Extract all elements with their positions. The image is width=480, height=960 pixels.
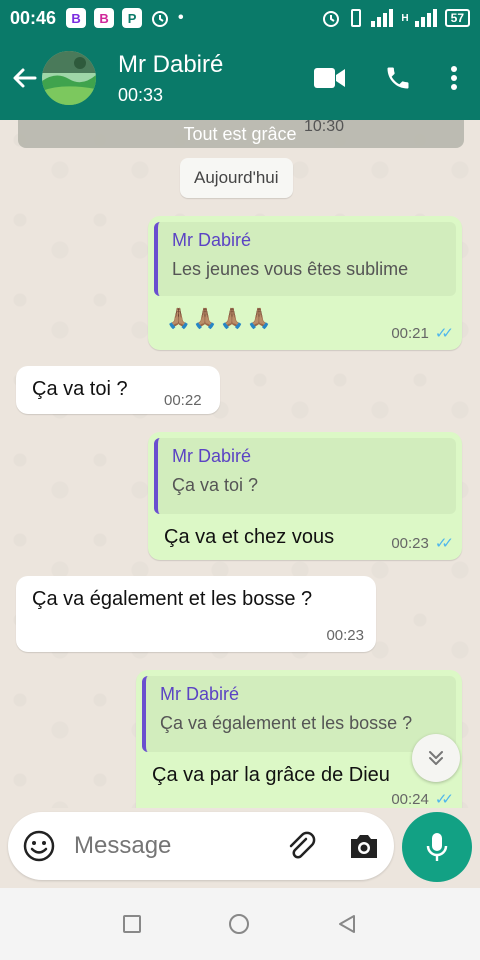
composer [0,808,480,888]
alarm-icon-2 [323,11,340,27]
date-separator: Aujourd'hui [180,158,293,198]
quoted-message[interactable]: Mr Dabiré Ça va également et les bosse ? [142,676,456,752]
system-icons: H 57 [321,8,470,28]
app-b-icon: B [66,8,87,28]
message-bubble-outgoing[interactable]: Mr Dabiré Ça va toi ? Ça va et chez vous… [148,432,462,560]
header-actions [314,64,470,92]
message-meta: 00:21 ✓✓ [391,324,454,343]
contact-info[interactable]: Mr Dabiré 00:33 [118,51,223,106]
message-input[interactable] [74,832,264,860]
message-meta: 00:23 [326,627,364,644]
message-text: Ça va toi ? [32,378,128,400]
message-bubble-incoming[interactable]: Ça va également et les bosse ? 00:23 [16,576,376,652]
chat-area[interactable]: 10:30 Tout est grâce Aujourd'hui Mr Dabi… [0,120,480,808]
avatar[interactable] [42,51,96,105]
contact-name: Mr Dabiré [118,50,224,78]
status-time: 00:46 [10,7,57,28]
message-time: 00:23 [391,534,429,552]
message-bubble-incoming[interactable]: Ça va toi ? 00:22 [16,366,220,414]
quoted-text: Ça va également et les bosse ? [160,713,413,733]
system-nav-bar [0,888,480,960]
back-arrow-icon [13,68,37,88]
video-call-icon[interactable] [314,67,346,89]
nav-recents-icon[interactable] [122,914,142,934]
phone-icon[interactable] [384,64,412,92]
pinned-preview-text: Tout est grâce [183,124,297,144]
vibrate-icon [351,9,362,27]
camera-icon[interactable] [348,832,380,860]
message-meta: 00:22 [164,392,202,409]
read-ticks-icon: ✓✓ [434,325,454,342]
message-text: Ça va par la grâce de Dieu [152,764,390,786]
nav-home-icon[interactable] [227,912,251,936]
more-vert-icon[interactable] [450,65,458,91]
message-time: 00:23 [326,627,364,644]
scroll-to-bottom-button[interactable] [412,734,460,782]
quoted-message[interactable]: Mr Dabiré Ça va toi ? [154,438,456,514]
attach-icon[interactable] [284,829,318,863]
voice-record-button[interactable] [402,812,472,882]
signal-icon-2 [414,9,437,27]
message-time: 00:22 [164,392,202,409]
notification-icons: B B P • [66,8,184,28]
back-button[interactable] [10,58,38,98]
message-meta: 00:23 ✓✓ [391,534,454,553]
quoted-sender: Mr Dabiré [160,684,240,704]
message-meta: 00:24 ✓✓ [391,790,454,809]
read-ticks-icon: ✓✓ [434,535,454,552]
message-bubble-outgoing[interactable]: Mr Dabiré Ça va également et les bosse ?… [136,670,462,808]
chat-header: Mr Dabiré 00:33 [0,36,480,120]
quoted-sender: Mr Dabiré [172,230,252,250]
message-text: Ça va également et les bosse ? [32,588,313,610]
message-time: 00:21 [391,324,429,342]
nav-back-icon[interactable] [336,913,358,935]
quoted-message[interactable]: Mr Dabiré Les jeunes vous êtes sublime [154,222,456,296]
dot-icon: • [178,9,184,26]
app-p-icon: P [122,8,143,28]
chevron-double-down-icon [429,751,443,765]
status-bar: 00:46 B B P • H 57 [0,0,480,36]
alarm-icon [152,11,169,27]
network-type: H [401,12,409,24]
read-ticks-icon: ✓✓ [434,791,454,808]
quoted-sender: Mr Dabiré [172,446,252,466]
app-b2-icon: B [94,8,115,28]
contact-subtitle: 00:33 [118,84,164,105]
mic-icon [426,833,448,861]
message-bubble-outgoing[interactable]: Mr Dabiré Les jeunes vous êtes sublime 🙏… [148,216,462,350]
quoted-text: Ça va toi ? [172,475,259,495]
message-time: 00:24 [391,790,429,808]
signal-icon [371,9,394,27]
quoted-text: Les jeunes vous êtes sublime [172,259,409,279]
battery-icon: 57 [444,9,470,27]
message-input-container [8,812,394,880]
emoji-icon[interactable] [22,829,56,863]
